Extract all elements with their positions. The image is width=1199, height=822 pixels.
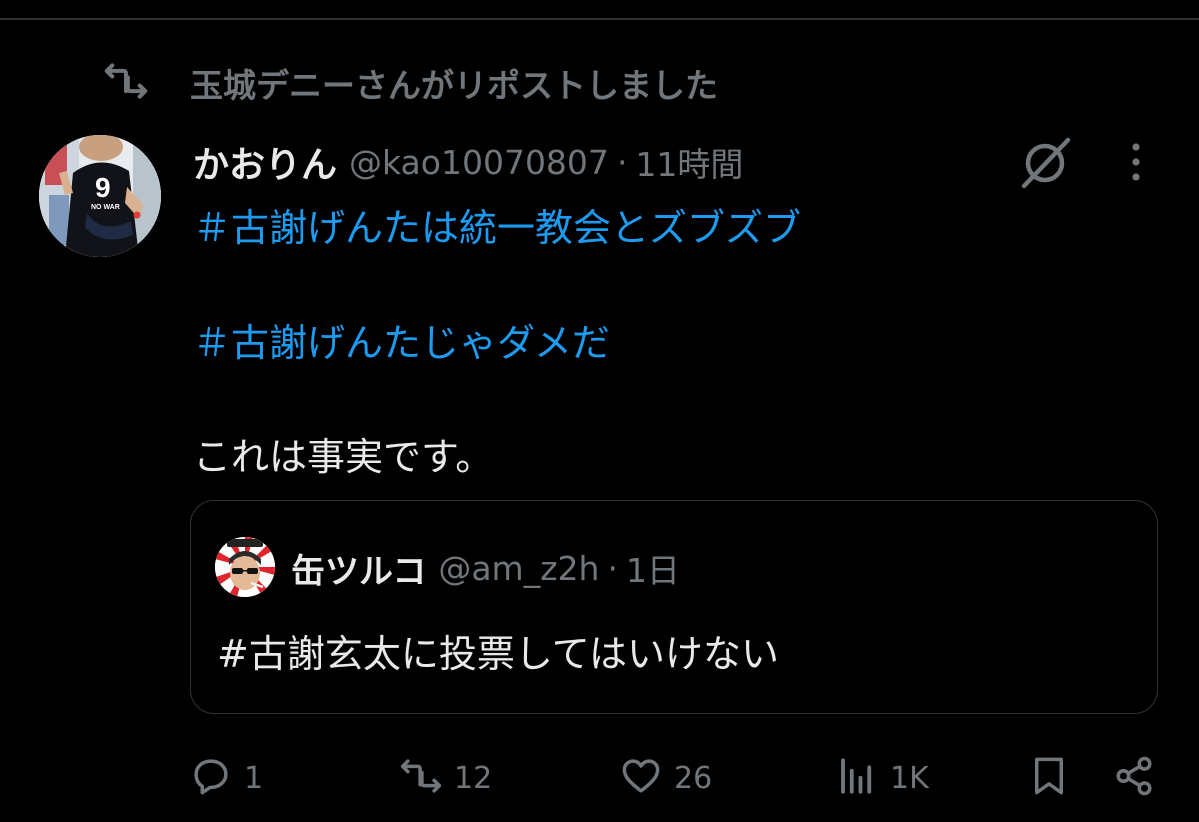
like-count: 26 [674, 760, 713, 796]
share-button[interactable] [1112, 752, 1156, 804]
hashtag-link[interactable]: ＃古謝げんたは統一教会とズブズブ [193, 197, 801, 252]
views-button[interactable]: 1K [836, 752, 929, 804]
tweet-header: かおりん @kao10070807 · 11時間 [193, 136, 743, 188]
tweet-body-text: これは事実です。 [193, 435, 494, 479]
quote-tweet-card[interactable]: 缶ツルコ @am_z2h · 1日 #古謝玄太に投票してはいけない [190, 500, 1158, 714]
heart-icon [620, 755, 662, 801]
timestamp[interactable]: 11時間 [635, 138, 743, 186]
repost-button[interactable]: 12 [400, 752, 492, 804]
quote-text: #古謝玄太に投票してはいけない [217, 632, 779, 676]
views-count: 1K [890, 760, 929, 796]
separator-dot: · [607, 548, 618, 588]
more-icon[interactable] [1116, 140, 1156, 184]
user-handle[interactable]: @kao10070807 [349, 143, 609, 182]
avatar[interactable]: 9 NO WAR [39, 135, 161, 257]
tweet-page: 玉城デニーさんがリポストしました 9 NO WAR かおりん @kao10070… [0, 0, 1199, 822]
quote-header: 缶ツルコ @am_z2h · 1日 [291, 543, 680, 593]
reply-icon [190, 755, 232, 801]
quote-display-name[interactable]: 缶ツルコ [291, 544, 426, 593]
bookmark-icon [1028, 755, 1070, 801]
repost-icon [104, 59, 148, 107]
quote-timestamp[interactable]: 1日 [626, 544, 680, 592]
like-button[interactable]: 26 [620, 752, 712, 804]
top-divider [0, 18, 1199, 20]
bookmark-button[interactable] [1027, 752, 1071, 804]
repost-count: 12 [454, 760, 493, 796]
reply-count: 1 [244, 760, 264, 796]
views-icon [836, 755, 878, 801]
share-icon [1113, 755, 1155, 801]
repost-indicator[interactable]: 玉城デニーさんがリポストしました [104, 58, 718, 108]
separator-dot: · [616, 142, 628, 182]
quote-avatar[interactable] [215, 537, 275, 597]
repost-icon [400, 755, 442, 801]
reply-button[interactable]: 1 [190, 752, 263, 804]
quote-user-handle[interactable]: @am_z2h [438, 549, 599, 588]
grok-icon[interactable] [1014, 132, 1076, 194]
display-name[interactable]: かおりん [193, 136, 337, 188]
hashtag-link[interactable]: ＃古謝げんたじゃダメだ [193, 312, 610, 367]
avatar-shirt-slogan: NO WAR [91, 204, 120, 211]
repost-label: 玉城デニーさんがリポストしました [190, 66, 718, 105]
avatar-shirt-number: 9 [95, 172, 111, 203]
